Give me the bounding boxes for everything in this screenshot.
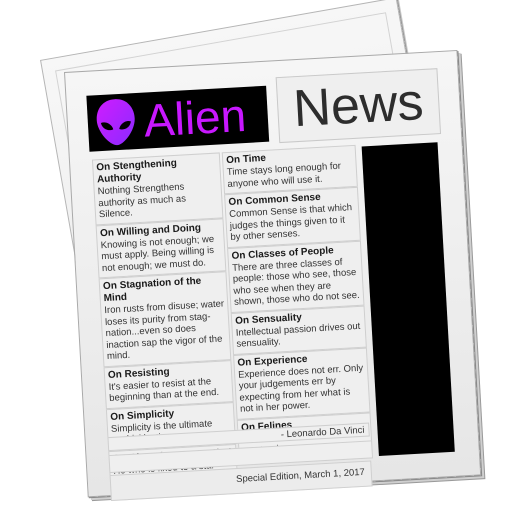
article: On Willing and Doing Knowing is not enoug… (95, 217, 227, 279)
article: On Common Sense Common Sense is that whic… (224, 186, 361, 248)
article: On Sensuality Intellectual passion drives… (230, 305, 367, 355)
title-word: News (291, 73, 425, 139)
article: On Stagnation of the Mind Iron rusts from… (98, 271, 232, 367)
alien-head-icon (95, 97, 138, 147)
article: On Experience Experience does not err. On… (233, 347, 371, 420)
masthead-news-box: News (275, 68, 442, 144)
article-body: Knowing is not enough; we must apply. Be… (100, 233, 215, 274)
article: On Resisting It's easier to resist at the… (103, 359, 234, 409)
article-body: Experience does not err. Only your judge… (237, 362, 364, 415)
article-body: Nothing Strengthens authority as much as… (97, 181, 187, 221)
article-body: Iron rusts from disuse; water loses its … (104, 298, 225, 363)
black-sidebar-block (361, 142, 455, 457)
article: On Time Time stays long enough for anyone… (221, 144, 358, 195)
right-article-column: On Time Time stays long enough for anyone… (221, 144, 373, 462)
brand-word: Alien (142, 88, 248, 147)
article: On Classes of People There are three clas… (227, 240, 365, 313)
newspaper-app-icon: Alien News On Stengthening Authority Noth… (0, 0, 512, 512)
front-newspaper-page: Alien News On Stengthening Authority Noth… (64, 50, 482, 502)
article: On Stengthening Authority Nothing Strengt… (91, 152, 224, 225)
article-body: There are three classes of people: those… (231, 256, 360, 308)
article-body: Common Sense is that which judges the th… (228, 202, 353, 243)
masthead-alien-banner: Alien (86, 85, 270, 152)
